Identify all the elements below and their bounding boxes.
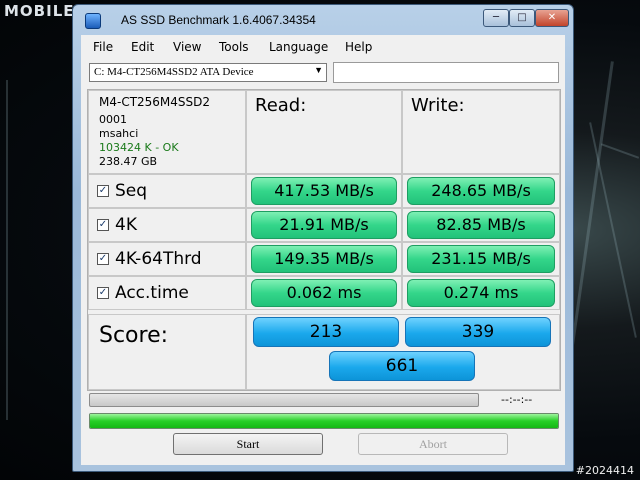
abort-button[interactable]: Abort — [358, 433, 508, 455]
menu-bar: File Edit View Tools Language Help — [81, 35, 565, 59]
4k-64thrd-checkbox[interactable]: ✓ — [97, 253, 109, 265]
seq-checkbox[interactable]: ✓ — [97, 185, 109, 197]
elapsed-time: --:--:-- — [501, 393, 533, 406]
menu-file[interactable]: File — [93, 40, 113, 54]
write-header-cell: Write: — [402, 90, 560, 174]
menu-tools[interactable]: Tools — [219, 40, 249, 54]
4k-64thrd-write-value: 231.15 MB/s — [407, 245, 555, 273]
device-firmware: 0001 — [99, 113, 127, 126]
minimize-button[interactable]: ─ — [483, 9, 509, 27]
overall-progress-bar — [89, 413, 559, 429]
client-area: File Edit View Tools Language Help C: M4… — [81, 35, 565, 465]
overall-progress-fill — [90, 414, 558, 428]
device-capacity: 238.47 GB — [99, 155, 158, 168]
score-cell: 213 339 661 — [246, 314, 560, 390]
4k-64thrd-label: 4K-64Thrd — [115, 249, 202, 269]
window-title: AS SSD Benchmark 1.6.4067.34354 — [121, 13, 316, 27]
title-bar[interactable]: AS SSD Benchmark 1.6.4067.34354 ─ □ ✕ — [73, 5, 573, 35]
4k-label: 4K — [115, 215, 137, 235]
start-button[interactable]: Start — [173, 433, 323, 455]
test-row-4k-64thrd: ✓ 4K-64Thrd — [88, 242, 246, 276]
acc-time-read-value: 0.062 ms — [251, 279, 397, 307]
device-driver: msahci — [99, 127, 139, 140]
test-progress-bar — [89, 393, 479, 407]
chevron-down-icon[interactable]: ▼ — [314, 65, 323, 75]
score-label-cell: Score: — [88, 314, 246, 390]
benchmark-grid: M4-CT256M4SSD2 0001 msahci 103424 K - OK… — [87, 89, 561, 391]
device-info-panel: M4-CT256M4SSD2 0001 msahci 103424 K - OK… — [88, 90, 246, 174]
notes-field[interactable] — [333, 62, 559, 83]
menu-edit[interactable]: Edit — [131, 40, 154, 54]
4k-read-value: 21.91 MB/s — [251, 211, 397, 239]
maximize-button[interactable]: □ — [509, 9, 535, 27]
watermark-image-id: #2024414 — [575, 464, 634, 477]
drive-select-value: C: M4-CT256M4SSD2 ATA Device — [94, 66, 254, 78]
acc-time-write-value: 0.274 ms — [407, 279, 555, 307]
menu-help[interactable]: Help — [345, 40, 372, 54]
close-button[interactable]: ✕ — [535, 9, 569, 27]
score-write-value: 339 — [405, 317, 551, 347]
menu-view[interactable]: View — [173, 40, 201, 54]
seq-read-value: 417.53 MB/s — [251, 177, 397, 205]
acc-time-checkbox[interactable]: ✓ — [97, 287, 109, 299]
seq-write-value: 248.65 MB/s — [407, 177, 555, 205]
write-column-header: Write: — [411, 95, 465, 116]
device-alignment: 103424 K - OK — [99, 141, 179, 154]
test-row-acc-time: ✓ Acc.time — [88, 276, 246, 310]
read-column-header: Read: — [255, 95, 307, 116]
acc-time-label: Acc.time — [115, 283, 189, 303]
drive-select[interactable]: C: M4-CT256M4SSD2 ATA Device ▼ — [89, 63, 327, 82]
score-label: Score: — [99, 323, 169, 348]
score-total-value: 661 — [329, 351, 475, 381]
test-row-seq: ✓ Seq — [88, 174, 246, 208]
test-row-4k: ✓ 4K — [88, 208, 246, 242]
4k-write-value: 82.85 MB/s — [407, 211, 555, 239]
app-window: AS SSD Benchmark 1.6.4067.34354 ─ □ ✕ Fi… — [72, 4, 574, 472]
score-read-value: 213 — [253, 317, 399, 347]
app-icon — [85, 13, 101, 29]
device-model: M4-CT256M4SSD2 — [99, 95, 211, 109]
seq-label: Seq — [115, 181, 148, 201]
4k-checkbox[interactable]: ✓ — [97, 219, 109, 231]
4k-64thrd-read-value: 149.35 MB/s — [251, 245, 397, 273]
read-header-cell: Read: — [246, 90, 402, 174]
menu-language[interactable]: Language — [269, 40, 328, 54]
